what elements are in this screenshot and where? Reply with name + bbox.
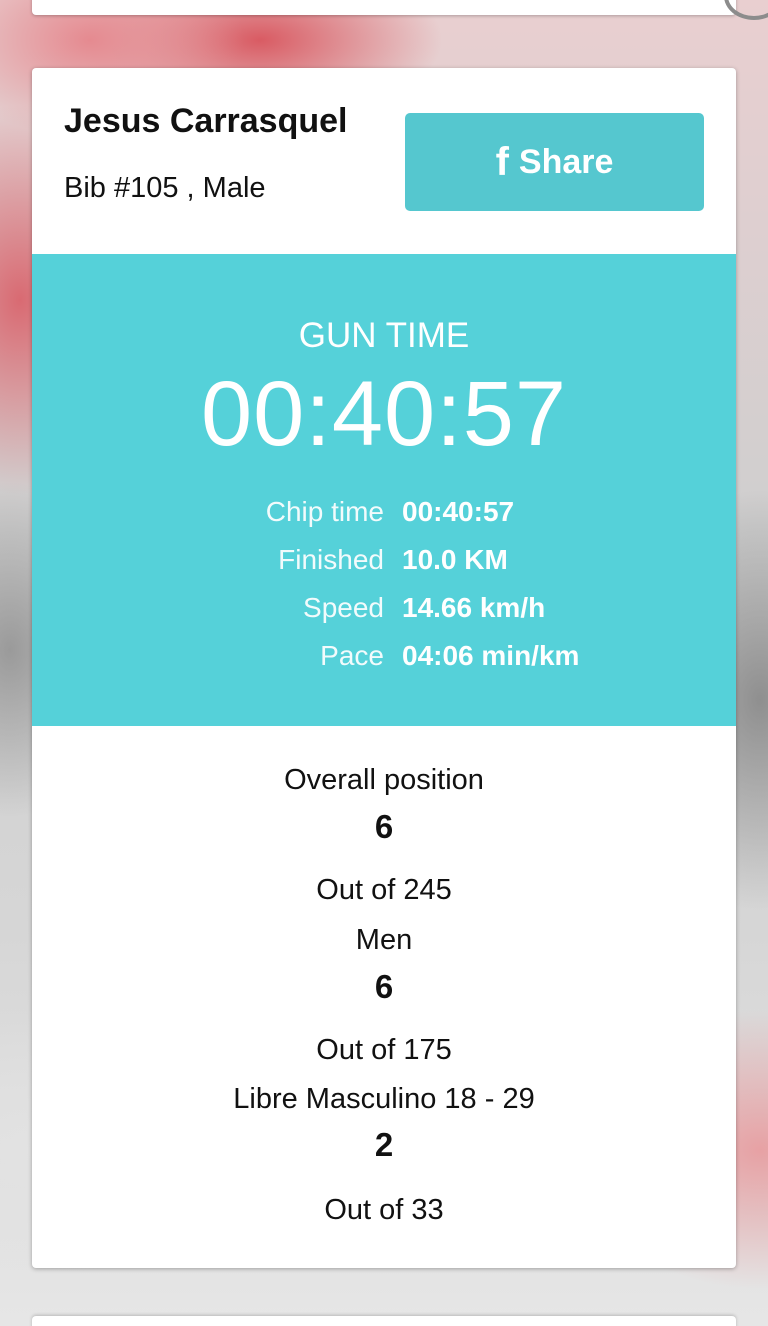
stat-speed: Speed 14.66 km/h bbox=[32, 592, 736, 632]
gun-time-label: GUN TIME bbox=[298, 316, 470, 355]
stat-label: Speed bbox=[303, 592, 384, 623]
stat-chip-time: Chip time 00:40:57 bbox=[32, 496, 736, 536]
runner-bib-gender: Bib #105 , Male bbox=[64, 172, 266, 204]
next-card bbox=[32, 1316, 736, 1326]
stat-value: 10.0 KM bbox=[402, 544, 508, 575]
overall-out-of: Out of 245 bbox=[316, 874, 452, 906]
stat-pace: Pace 04:06 min/km bbox=[32, 640, 736, 680]
stat-value: 04:06 min/km bbox=[402, 640, 580, 671]
gender-position-label: Men bbox=[355, 924, 413, 956]
gender-position-value: 6 bbox=[374, 968, 394, 1005]
category-position-value: 2 bbox=[374, 1126, 394, 1163]
overall-position-value: 6 bbox=[374, 808, 394, 845]
facebook-share-button[interactable]: f Share bbox=[405, 113, 704, 211]
gun-time-value: 00:40:57 bbox=[200, 363, 568, 465]
time-panel: GUN TIME 00:40:57 Chip time 00:40:57 Fin… bbox=[32, 254, 736, 726]
runner-name: Jesus Carrasquel bbox=[64, 102, 348, 140]
stat-label: Finished bbox=[278, 544, 384, 575]
category-position-label: Libre Masculino 18 - 29 bbox=[233, 1083, 535, 1115]
category-out-of: Out of 33 bbox=[324, 1194, 444, 1226]
stat-label: Pace bbox=[320, 640, 384, 671]
overall-position-label: Overall position bbox=[284, 764, 484, 796]
stat-value: 00:40:57 bbox=[402, 496, 515, 527]
stat-value: 14.66 km/h bbox=[402, 592, 546, 623]
facebook-icon: f bbox=[495, 140, 509, 184]
result-card: Jesus Carrasquel Bib #105 , Male f Share… bbox=[32, 68, 736, 1268]
previous-card bbox=[32, 0, 736, 15]
gender-out-of: Out of 175 bbox=[316, 1034, 452, 1066]
result-header: Jesus Carrasquel Bib #105 , Male f Share bbox=[32, 68, 736, 254]
stat-label: Chip time bbox=[265, 496, 384, 527]
share-button-label: Share bbox=[518, 142, 614, 181]
stat-finished: Finished 10.0 KM bbox=[32, 544, 736, 584]
